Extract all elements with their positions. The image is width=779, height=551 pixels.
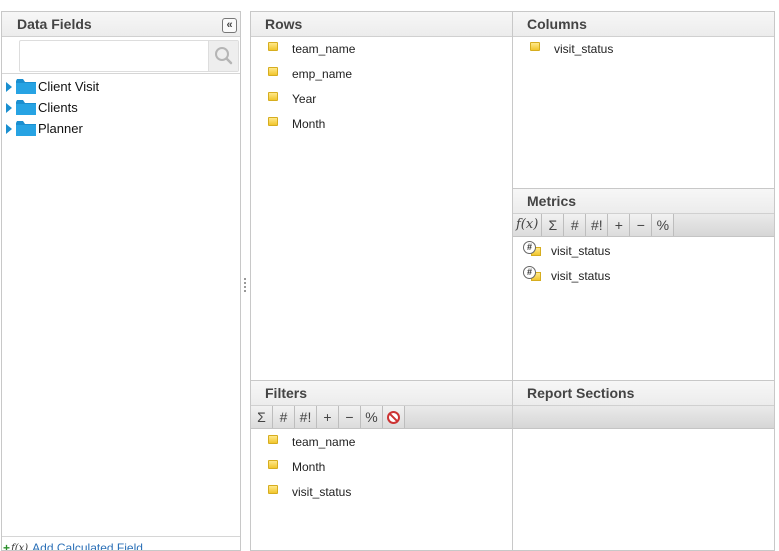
percent-button[interactable]: % — [652, 214, 675, 236]
filters-title: Filters — [265, 385, 308, 401]
search-icon — [215, 47, 233, 65]
plus-icon: + — [3, 541, 11, 550]
add-calculated-field-label: Add Calculated Field — [32, 541, 143, 550]
add-button[interactable]: + — [317, 406, 339, 428]
column-field-visit-status[interactable]: visit_status — [530, 36, 613, 61]
filter-field-visit-status[interactable]: visit_status — [268, 479, 355, 504]
row-field-emp-name[interactable]: emp_name — [268, 61, 355, 86]
expand-arrow-icon[interactable] — [6, 102, 12, 113]
folder-icon — [16, 121, 36, 136]
report-sections-header: Report Sections — [513, 381, 774, 406]
columns-header: Columns — [513, 12, 774, 37]
metrics-title: Metrics — [527, 193, 577, 209]
field-icon — [268, 485, 278, 494]
field-label: Year — [292, 91, 317, 106]
columns-panel[interactable]: Columns visit_status — [512, 11, 775, 189]
filter-field-team-name[interactable]: team_name — [268, 429, 355, 454]
panel-resize-handle[interactable] — [244, 278, 247, 296]
field-icon — [268, 435, 278, 444]
collapse-panel-button[interactable]: « — [222, 18, 237, 33]
report-sections-toolbar — [513, 406, 774, 429]
field-search-input[interactable] — [20, 41, 208, 71]
field-label: team_name — [292, 434, 356, 449]
field-icon — [268, 460, 278, 469]
data-fields-panel: Data Fields « Client Visit Clients Plann… — [1, 11, 241, 551]
field-label: visit_status — [554, 41, 614, 56]
folder-icon — [16, 100, 36, 115]
percent-button[interactable]: % — [361, 406, 383, 428]
row-field-team-name[interactable]: team_name — [268, 36, 355, 61]
field-icon — [268, 42, 278, 51]
data-field-tree: Client Visit Clients Planner — [5, 76, 99, 139]
field-label: Month — [292, 459, 326, 474]
report-sections-panel[interactable]: Report Sections — [512, 380, 775, 551]
folder-icon — [16, 79, 36, 94]
tree-node-clients[interactable]: Clients — [5, 97, 99, 118]
filters-panel[interactable]: Filters Σ # #! + − % team_name Month vis… — [250, 380, 513, 551]
field-label: Month — [292, 116, 326, 131]
row-field-year[interactable]: Year — [268, 86, 355, 111]
field-label: team_name — [292, 41, 356, 56]
tree-node-client-visit[interactable]: Client Visit — [5, 76, 99, 97]
count-metric-icon: # — [523, 265, 543, 282]
tree-node-label: Client Visit — [38, 79, 100, 94]
field-label: visit_status — [551, 268, 611, 283]
expand-arrow-icon[interactable] — [6, 123, 12, 134]
metrics-toolbar: f(x) Σ # #! + − % — [513, 214, 774, 237]
add-button[interactable]: + — [608, 214, 631, 236]
function-button[interactable]: f(x) — [513, 214, 543, 236]
tree-node-planner[interactable]: Planner — [5, 118, 99, 139]
metric-field-visit-status[interactable]: # visit_status — [523, 263, 610, 288]
tree-divider — [2, 73, 240, 74]
no-entry-icon — [387, 410, 400, 424]
rows-panel[interactable]: Rows team_name emp_name Year Month — [250, 11, 513, 381]
subtract-button[interactable]: − — [630, 214, 653, 236]
rows-field-list: team_name emp_name Year Month — [268, 36, 355, 136]
sum-button[interactable]: Σ — [542, 214, 565, 236]
field-icon — [268, 117, 278, 126]
count-button[interactable]: # — [564, 214, 587, 236]
count-button[interactable]: # — [273, 406, 295, 428]
field-label: emp_name — [292, 66, 353, 81]
sum-button[interactable]: Σ — [251, 406, 273, 428]
search-button[interactable] — [208, 41, 238, 71]
field-search-box — [19, 40, 239, 72]
tree-node-label: Clients — [38, 100, 78, 115]
distinct-count-button[interactable]: #! — [295, 406, 317, 428]
expand-arrow-icon[interactable] — [6, 81, 12, 92]
tree-node-label: Planner — [38, 121, 83, 136]
add-calculated-field-link[interactable]: + f(x) Add Calculated Field — [3, 541, 143, 550]
rows-header: Rows — [251, 12, 512, 37]
data-fields-header: Data Fields « — [2, 12, 240, 37]
metric-field-visit-status[interactable]: # visit_status — [523, 238, 610, 263]
field-icon — [268, 92, 278, 101]
filters-field-list: team_name Month visit_status — [268, 429, 355, 504]
field-label: visit_status — [292, 484, 352, 499]
field-icon — [268, 67, 278, 76]
metrics-field-list: # visit_status # visit_status — [523, 238, 610, 288]
data-fields-title: Data Fields — [17, 16, 92, 32]
metrics-panel[interactable]: Metrics f(x) Σ # #! + − % # visit_status… — [512, 188, 775, 381]
distinct-count-button[interactable]: #! — [586, 214, 609, 236]
report-sections-title: Report Sections — [527, 385, 635, 401]
subtract-button[interactable]: − — [339, 406, 361, 428]
field-label: visit_status — [551, 243, 611, 258]
function-icon: f(x) — [11, 542, 29, 551]
clear-button[interactable] — [383, 406, 405, 428]
filter-field-month[interactable]: Month — [268, 454, 355, 479]
filters-header: Filters — [251, 381, 512, 406]
data-fields-footer: + f(x) Add Calculated Field — [2, 536, 240, 550]
field-icon — [530, 42, 540, 51]
count-metric-icon: # — [523, 240, 543, 257]
columns-title: Columns — [527, 16, 587, 32]
row-field-month[interactable]: Month — [268, 111, 355, 136]
rows-title: Rows — [265, 16, 303, 32]
metrics-header: Metrics — [513, 189, 774, 214]
filters-toolbar: Σ # #! + − % — [251, 406, 512, 429]
columns-field-list: visit_status — [530, 36, 613, 61]
